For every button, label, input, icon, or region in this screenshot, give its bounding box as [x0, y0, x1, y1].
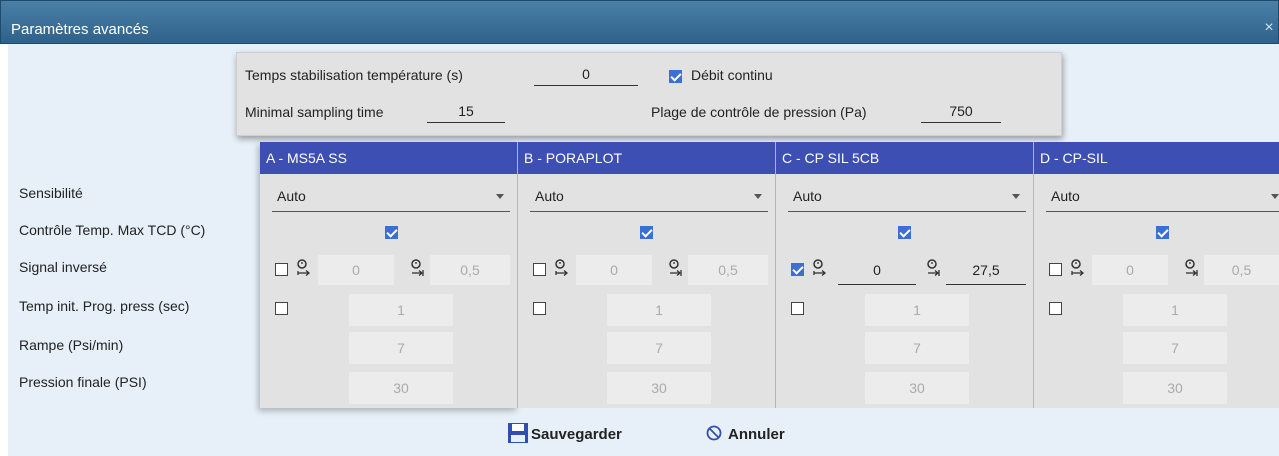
row-label-rampe: Rampe (Psi/min)	[19, 337, 124, 353]
chevron-down-icon	[496, 194, 504, 199]
temp-init-input[interactable]: 1	[607, 294, 711, 326]
pression-finale-input[interactable]: 30	[1123, 372, 1227, 404]
pression-finale-input[interactable]: 30	[865, 372, 969, 404]
channel-c-column: C - CP SIL 5CB Auto 0 27,5 1 7 30	[776, 142, 1034, 408]
signal-start-input[interactable]: 0	[1092, 255, 1168, 285]
save-label: Sauvegarder	[531, 426, 622, 443]
channel-header: A - MS5A SS	[260, 142, 517, 174]
channel-header: C - CP SIL 5CB	[776, 142, 1033, 174]
controle-temp-checkbox[interactable]	[1156, 226, 1169, 239]
sensibilite-value: Auto	[535, 188, 564, 204]
timer-start-icon	[1071, 259, 1085, 276]
timer-end-icon	[927, 259, 940, 276]
row-label-controle: Contrôle Temp. Max TCD (°C)	[19, 222, 206, 238]
row-label-temp-init: Temp init. Prog. press (sec)	[19, 298, 190, 314]
row-label-signal: Signal inversé	[19, 259, 107, 275]
signal-start-input[interactable]: 0	[576, 255, 652, 285]
pression-finale-input[interactable]: 30	[607, 372, 711, 404]
sensibilite-select[interactable]: Auto	[788, 182, 1026, 212]
temp-stab-label: Temps stabilisation température (s)	[245, 67, 463, 83]
timer-start-icon	[297, 259, 311, 276]
chevron-down-icon	[1271, 194, 1279, 199]
close-icon[interactable]: ×	[1262, 19, 1276, 37]
signal-inverse-checkbox[interactable]	[791, 263, 804, 276]
signal-inverse-checkbox[interactable]	[1049, 263, 1062, 276]
window-title: Paramètres avancés	[11, 21, 149, 38]
sensibilite-select[interactable]: Auto	[272, 182, 510, 212]
floppy-disk-icon	[508, 423, 528, 443]
rampe-input[interactable]: 7	[865, 332, 969, 364]
timer-end-icon	[411, 259, 424, 276]
temp-init-checkbox[interactable]	[275, 302, 288, 315]
timer-start-icon	[813, 259, 827, 276]
rampe-input[interactable]: 7	[1123, 332, 1227, 364]
temp-init-checkbox[interactable]	[791, 302, 804, 315]
signal-end-input[interactable]: 0,5	[688, 255, 768, 285]
sensibilite-select[interactable]: Auto	[530, 182, 768, 212]
min-sampling-label: Minimal sampling time	[245, 104, 384, 120]
min-sampling-input[interactable]: 15	[427, 101, 505, 123]
sensibilite-select[interactable]: Auto	[1046, 182, 1279, 212]
timer-end-icon	[669, 259, 682, 276]
signal-inverse-checkbox[interactable]	[275, 263, 288, 276]
timer-start-icon	[555, 259, 569, 276]
timer-end-icon	[1185, 259, 1198, 276]
channel-header: D - CP-SIL	[1034, 142, 1279, 174]
pression-finale-input[interactable]: 30	[349, 372, 453, 404]
channel-a-column: A - MS5A SS Auto 0 0,5 1 7 30	[260, 142, 518, 408]
general-settings-panel: Temps stabilisation température (s) 0 Dé…	[236, 52, 1062, 136]
chevron-down-icon	[1012, 194, 1020, 199]
rampe-input[interactable]: 7	[607, 332, 711, 364]
rampe-input[interactable]: 7	[349, 332, 453, 364]
temp-init-input[interactable]: 1	[865, 294, 969, 326]
signal-start-input[interactable]: 0	[838, 255, 916, 285]
temp-init-input[interactable]: 1	[349, 294, 453, 326]
signal-end-input[interactable]: 0,5	[430, 255, 510, 285]
debit-continu-label: Débit continu	[691, 67, 773, 83]
chevron-down-icon	[754, 194, 762, 199]
signal-end-input[interactable]: 27,5	[946, 255, 1026, 285]
channel-b-column: B - PORAPLOT Auto 0 0,5 1 7 30	[518, 142, 776, 408]
channel-header: B - PORAPLOT	[518, 142, 775, 174]
row-label-pression: Pression finale (PSI)	[19, 374, 147, 390]
sensibilite-value: Auto	[277, 188, 306, 204]
controle-temp-checkbox[interactable]	[640, 226, 653, 239]
temp-init-checkbox[interactable]	[1049, 302, 1062, 315]
window-titlebar: Paramètres avancés ×	[0, 0, 1279, 44]
sensibilite-value: Auto	[793, 188, 822, 204]
controle-temp-checkbox[interactable]	[385, 226, 398, 239]
plage-pression-label: Plage de contrôle de pression (Pa)	[651, 104, 867, 120]
channel-d-column: D - CP-SIL Auto 0 0,5 1 7 30	[1034, 142, 1279, 408]
prohibited-icon	[706, 425, 722, 441]
row-label-sensibilite: Sensibilité	[19, 185, 83, 201]
temp-init-input[interactable]: 1	[1123, 294, 1227, 326]
cancel-label: Annuler	[728, 426, 785, 443]
temp-stab-input[interactable]: 0	[534, 64, 638, 86]
debit-continu-checkbox[interactable]	[669, 70, 682, 83]
sensibilite-value: Auto	[1051, 188, 1080, 204]
signal-start-input[interactable]: 0	[318, 255, 394, 285]
controle-temp-checkbox[interactable]	[898, 226, 911, 239]
plage-pression-input[interactable]: 750	[921, 101, 1001, 123]
signal-end-input[interactable]: 0,5	[1204, 255, 1279, 285]
signal-inverse-checkbox[interactable]	[533, 263, 546, 276]
temp-init-checkbox[interactable]	[533, 302, 546, 315]
